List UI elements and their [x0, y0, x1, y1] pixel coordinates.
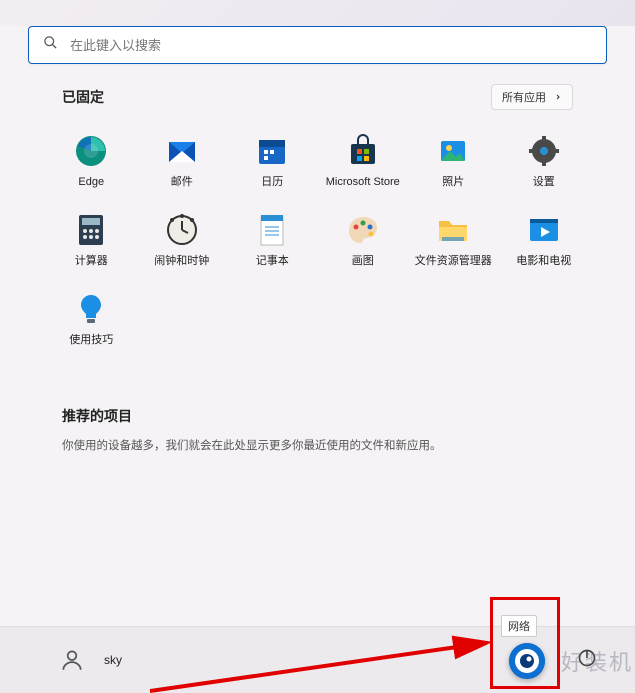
photos-icon — [436, 134, 470, 168]
recommended-section: 推荐的项目 你使用的设备越多，我们就会在此处显示更多你最近使用的文件和新应用。 — [62, 406, 573, 455]
movies-icon — [527, 213, 561, 247]
paint-icon — [346, 213, 380, 247]
app-calculator[interactable]: 计算器 — [46, 205, 137, 280]
app-paint[interactable]: 画图 — [318, 205, 409, 280]
app-label: Microsoft Store — [326, 176, 400, 189]
app-label: Edge — [78, 176, 104, 189]
app-label: 文件资源管理器 — [415, 255, 492, 268]
all-apps-label: 所有应用 — [502, 89, 546, 105]
app-label: 使用技巧 — [69, 334, 113, 347]
notepad-icon — [255, 213, 289, 247]
pinned-header: 已固定 所有应用 — [62, 84, 573, 110]
settings-icon — [527, 134, 561, 168]
search-bar[interactable] — [28, 26, 607, 64]
explorer-icon — [436, 213, 470, 247]
calendar-icon — [255, 134, 289, 168]
avatar-icon — [58, 646, 86, 674]
app-edge[interactable]: Edge — [46, 126, 137, 201]
app-label: 电影和电视 — [516, 255, 571, 268]
app-notepad[interactable]: 记事本 — [227, 205, 318, 280]
app-store[interactable]: Microsoft Store — [318, 126, 409, 201]
user-name: sky — [104, 653, 122, 667]
app-photos[interactable]: 照片 — [408, 126, 499, 201]
app-settings[interactable]: 设置 — [499, 126, 590, 201]
app-label: 邮件 — [171, 176, 193, 189]
recommended-text: 你使用的设备越多，我们就会在此处显示更多你最近使用的文件和新应用。 — [62, 438, 573, 455]
app-mail[interactable]: 邮件 — [137, 126, 228, 201]
calculator-icon — [74, 213, 108, 247]
app-explorer[interactable]: 文件资源管理器 — [408, 205, 499, 280]
app-movies[interactable]: 电影和电视 — [499, 205, 590, 280]
app-label: 记事本 — [256, 255, 289, 268]
mail-icon — [165, 134, 199, 168]
all-apps-button[interactable]: 所有应用 — [491, 84, 573, 110]
network-eye-button[interactable] — [509, 643, 545, 679]
search-icon — [43, 35, 58, 55]
user-button[interactable]: sky — [58, 646, 122, 674]
app-label: 日历 — [261, 176, 283, 189]
app-label: 计算器 — [75, 255, 108, 268]
recommended-title: 推荐的项目 — [62, 406, 573, 426]
clock-icon — [165, 213, 199, 247]
pinned-title: 已固定 — [62, 87, 104, 107]
network-tooltip: 网络 — [501, 615, 537, 637]
search-input[interactable] — [70, 38, 592, 53]
app-clock[interactable]: 闹钟和时钟 — [137, 205, 228, 280]
app-label: 画图 — [352, 255, 374, 268]
chevron-right-icon — [554, 93, 562, 101]
store-icon — [346, 134, 380, 168]
app-label: 照片 — [442, 176, 464, 189]
app-calendar[interactable]: 日历 — [227, 126, 318, 201]
apps-grid: Edge 邮件 日历 Microsoft Store 照片 — [46, 126, 589, 360]
start-panel: 已固定 所有应用 Edge 邮件 日历 — [0, 26, 635, 626]
watermark: 好装机 — [561, 645, 633, 677]
app-tips[interactable]: 使用技巧 — [46, 284, 137, 359]
tips-icon — [74, 292, 108, 326]
app-label: 闹钟和时钟 — [154, 255, 209, 268]
edge-icon — [74, 134, 108, 168]
app-label: 设置 — [533, 176, 555, 189]
